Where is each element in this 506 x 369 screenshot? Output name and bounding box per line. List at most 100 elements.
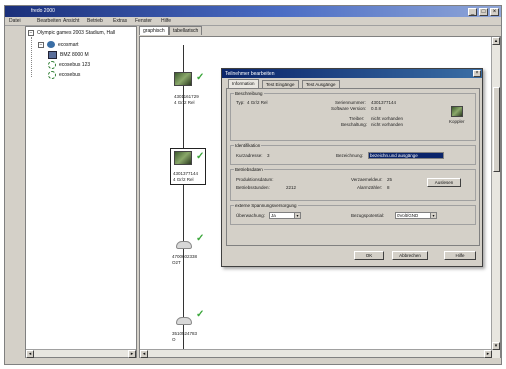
tree-horizontal-scrollbar[interactable]: ◂ ▸ <box>26 349 136 358</box>
seriennummer-value: 4301377144 <box>371 100 397 105</box>
verzoegerung-label: Verzaemeldeur: <box>351 177 383 182</box>
identifikation-group: Identifikation Kurzadresse: 3 Bezeichnun… <box>230 143 476 165</box>
menu-extras[interactable]: Extras <box>113 18 127 24</box>
scroll-thumb[interactable] <box>493 87 500 172</box>
kurzadresse-value: 3 <box>267 153 270 158</box>
close-button[interactable]: × <box>490 8 499 16</box>
maximize-icon: □ <box>481 9 486 15</box>
tab-graphisch[interactable]: graphisch <box>139 26 169 35</box>
scroll-right-icon[interactable]: ▸ <box>484 350 492 358</box>
device-label: 4700602338 O2T <box>172 254 198 265</box>
device-label: 4301161729 4 Gr/2 Rel <box>174 94 199 105</box>
betriebsdaten-group: Betriebsdaten Produktionsdatum: Betriebs… <box>230 167 476 201</box>
tree-item-label: ecosebus <box>59 72 81 78</box>
tab-tabellarisch[interactable]: tabellarisch <box>169 26 203 35</box>
betriebsstunden-label: Betriebsstunden: <box>236 185 270 190</box>
checkmark-icon: ✓ <box>196 309 205 320</box>
maximize-button[interactable]: □ <box>479 8 488 16</box>
group-title: externe Spannungsversorgung <box>234 203 298 208</box>
chevron-down-icon[interactable]: ▾ <box>430 213 436 218</box>
bezeichnung-input[interactable]: bezeichn.und ausgänge <box>368 152 444 159</box>
tab-information[interactable]: Information <box>228 79 259 88</box>
checkmark-icon: ✓ <box>196 151 205 162</box>
alarmzaehler-label: Alarmzähler: <box>357 185 383 190</box>
group-title: Identifikation <box>234 143 262 148</box>
tree-item-bmz[interactable]: BMZ 8000 M <box>48 51 89 59</box>
bezugspotential-value: 0Volt/GND <box>397 213 419 218</box>
window-titlebar[interactable]: fredo 2000 _ □ × <box>5 6 501 17</box>
menu-bearbeiten[interactable]: Bearbeiten <box>37 18 61 24</box>
dialog-titlebar[interactable]: Teilnehmer bearbeiten × <box>222 69 482 78</box>
seriennummer-label: Seriennummer: <box>335 100 366 105</box>
bus-line <box>183 45 184 351</box>
checkmark-icon: ✓ <box>196 233 205 244</box>
menu-bar: Datei Bearbeiten Ansicht Betrieb Extras … <box>5 17 501 26</box>
typ-label: Typ: <box>236 100 245 105</box>
bezugspotential-label: Bezugspotential: <box>351 213 385 218</box>
minimize-button[interactable]: _ <box>468 8 477 16</box>
ok-button[interactable]: OK <box>354 251 384 260</box>
tab-test-ausgaenge[interactable]: Test Ausgänge <box>302 80 340 88</box>
vertical-scrollbar[interactable]: ▴ ▾ <box>491 37 500 358</box>
checkmark-icon: ✓ <box>196 72 205 83</box>
menu-fenster[interactable]: Fenster <box>135 18 152 24</box>
app-window: fredo 2000 _ □ × Datei Bearbeiten Ansich… <box>4 5 502 365</box>
group-title: Beschreibung <box>234 91 264 96</box>
alarmzaehler-value: 8 <box>387 185 390 190</box>
scroll-left-icon[interactable]: ◂ <box>140 350 148 358</box>
scroll-left-icon[interactable]: ◂ <box>26 350 34 358</box>
chevron-down-icon[interactable]: ▾ <box>294 213 300 218</box>
produktionsdatum-label: Produktionsdatum: <box>236 177 274 182</box>
auslesen-button[interactable]: Auslesen <box>427 178 461 187</box>
software-label: Software Version: <box>331 106 367 111</box>
ueberwachung-value: Ja <box>271 213 276 218</box>
hilfe-button[interactable]: Hilfe <box>444 251 476 260</box>
tree-item-label: ecosebus 123 <box>59 62 91 68</box>
scroll-up-icon[interactable]: ▴ <box>492 37 500 45</box>
scroll-down-icon[interactable]: ▾ <box>492 342 500 350</box>
tree-item-label: ecosmart <box>58 41 79 48</box>
device-module-icon[interactable] <box>174 151 192 165</box>
window-title: fredo 2000 <box>31 8 55 14</box>
beschaltung-label: Beschaltung: <box>341 122 368 127</box>
close-icon: × <box>475 70 479 76</box>
scroll-right-icon[interactable]: ▸ <box>128 350 136 358</box>
menu-betrieb[interactable]: Betrieb <box>87 18 103 24</box>
horizontal-scrollbar[interactable]: ◂ ▸ <box>140 349 492 358</box>
collapse-icon[interactable]: − <box>38 41 44 48</box>
kurzadresse-label: Kurzadresse: <box>236 153 263 158</box>
coupler-icon <box>451 106 463 117</box>
collapse-icon[interactable]: − <box>28 30 34 36</box>
tree-item-ecosebus-123[interactable]: ecosebus 123 <box>48 61 90 69</box>
treiber-value: nicht vorhanden <box>371 116 404 121</box>
tree-root[interactable]: − Olympic games 2003 Stadium, Hall <box>28 30 115 36</box>
device-label: 4301377144 4 Gr/2 Rel <box>173 171 199 182</box>
smoke-detector-icon[interactable] <box>176 241 192 249</box>
dialog-close-button[interactable]: × <box>473 70 481 77</box>
smoke-detector-icon[interactable] <box>176 317 192 325</box>
menu-datei[interactable]: Datei <box>9 18 21 24</box>
tree-connector <box>31 37 32 77</box>
ueberwachung-select[interactable]: Ja ▾ <box>269 212 301 219</box>
tree-item-ecosebus[interactable]: ecosebus <box>48 71 80 79</box>
spannungsversorgung-group: externe Spannungsversorgung Überwachung:… <box>230 203 476 225</box>
bezeichnung-label: Bezeichnung: <box>336 153 364 158</box>
menu-hilfe[interactable]: Hilfe <box>161 18 171 24</box>
bezugspotential-select[interactable]: 0Volt/GND ▾ <box>395 212 437 219</box>
menu-ansicht[interactable]: Ansicht <box>63 18 79 24</box>
betriebsstunden-value: 2212 <box>286 185 297 190</box>
control-panel-icon <box>48 51 57 59</box>
typ-value: 4 Gr/2 Rel <box>247 100 268 105</box>
verzoegerung-value: 25 <box>387 177 393 182</box>
device-module-icon[interactable] <box>174 72 192 86</box>
beschreibung-group: Beschreibung Typ: 4 Gr/2 Rel Seriennumme… <box>230 91 476 141</box>
ueberwachung-label: Überwachung: <box>236 213 266 218</box>
minimize-icon: _ <box>470 9 475 15</box>
tree-item-ecosmart[interactable]: − ecosmart <box>38 41 79 48</box>
close-icon: × <box>492 9 497 15</box>
information-panel: Beschreibung Typ: 4 Gr/2 Rel Seriennumme… <box>226 88 480 246</box>
abbrechen-button[interactable]: Abbrechen <box>392 251 428 260</box>
group-title: Betriebsdaten <box>234 167 264 172</box>
network-node-icon <box>47 41 55 48</box>
tab-test-eingaenge[interactable]: Test Eingänge <box>262 80 299 88</box>
